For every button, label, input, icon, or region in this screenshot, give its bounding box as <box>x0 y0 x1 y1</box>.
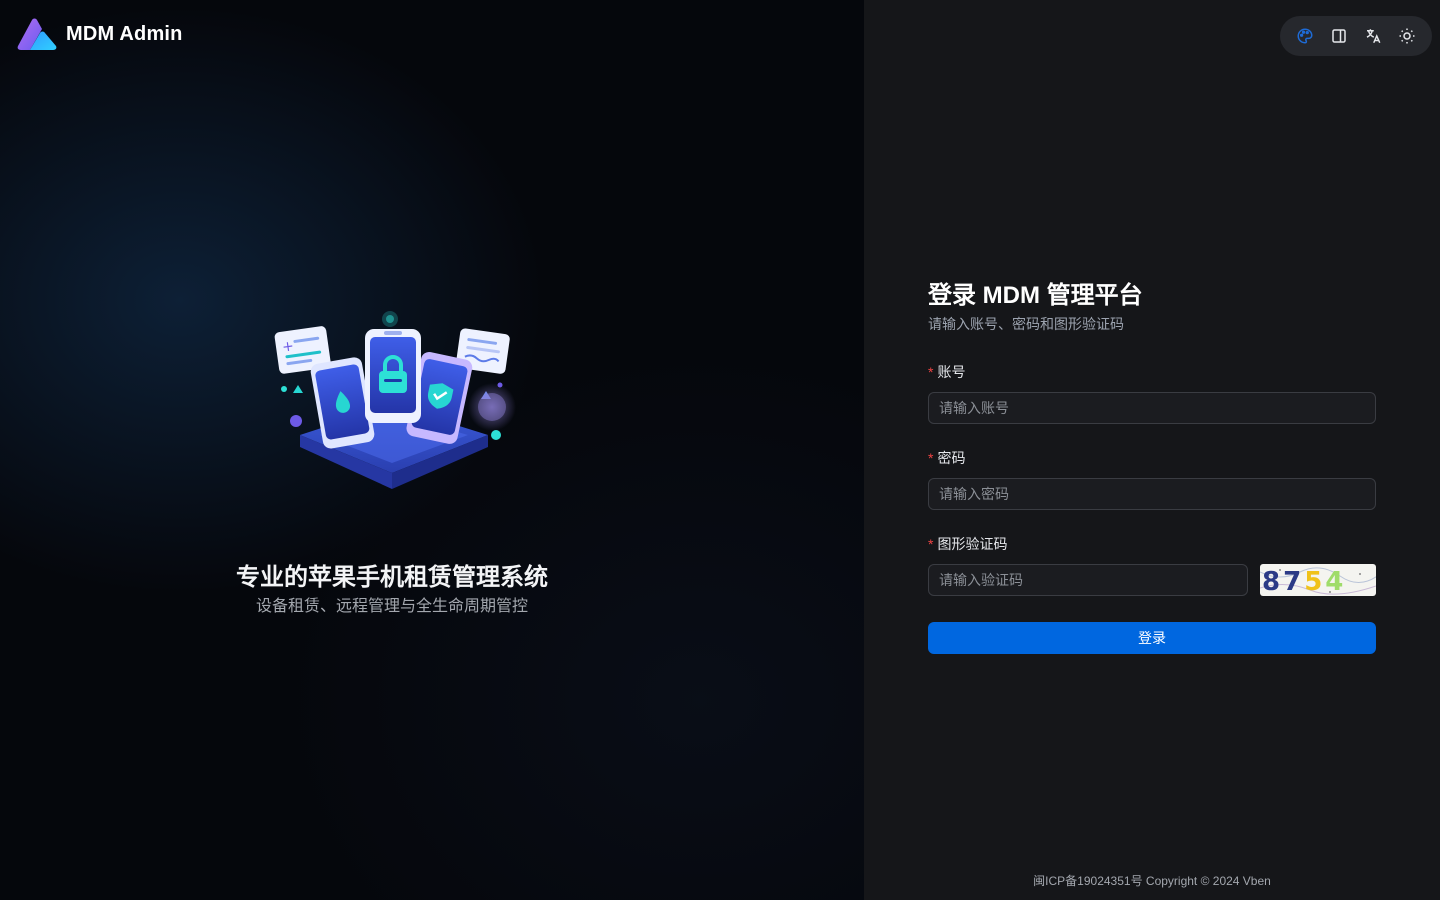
password-label: 密码 <box>937 450 966 466</box>
logo-icon <box>17 18 57 50</box>
hero-panel: MDM Admin + 专业的苹果手机租赁管理系统 设备租赁、远程管理与全生命周… <box>0 0 864 900</box>
brand[interactable]: MDM Admin <box>16 16 183 52</box>
top-toolbar <box>1280 16 1432 56</box>
captcha-label: 图形验证码 <box>937 536 1008 552</box>
captcha-image[interactable]: 8754 <box>1260 564 1376 596</box>
hero-subtitle: 设备租赁、远程管理与全生命周期管控 <box>255 598 528 615</box>
required-mark: * <box>928 536 934 552</box>
svg-text:+: + <box>281 338 295 355</box>
layout-button[interactable] <box>1327 24 1351 48</box>
palette-icon <box>1297 28 1313 44</box>
translate-icon <box>1366 29 1381 44</box>
required-mark: * <box>928 364 934 380</box>
hero-tagline: 专业的苹果手机租赁管理系统 设备租赁、远程管理与全生命周期管控 <box>0 562 784 618</box>
brand-name: MDM Admin <box>66 22 183 45</box>
svg-text:8754: 8754 <box>1262 567 1346 596</box>
login-subtitle: 请输入账号、密码和图形验证码 <box>928 316 1124 332</box>
sun-icon <box>1399 28 1415 44</box>
footer-copyright: 闽ICP备19024351号 Copyright © 2024 Vben <box>1033 874 1271 888</box>
captcha-input[interactable] <box>928 564 1248 596</box>
login-title: 登录 MDM 管理平台 <box>928 282 1143 309</box>
password-input[interactable] <box>928 478 1376 510</box>
theme-color-button[interactable] <box>1293 24 1317 48</box>
language-button[interactable] <box>1361 24 1385 48</box>
phones-illustration: + <box>274 311 516 489</box>
theme-mode-button[interactable] <box>1395 24 1419 48</box>
captcha-char: 4 <box>1325 567 1346 596</box>
login-button[interactable]: 登录 <box>928 622 1376 654</box>
account-label: 账号 <box>937 364 966 380</box>
login-panel: 登录 MDM 管理平台 请输入账号、密码和图形验证码 * 账号 * 密码 * 图… <box>864 0 1440 900</box>
account-field: * 账号 <box>928 362 1376 424</box>
captcha-char: 7 <box>1283 567 1304 596</box>
captcha-field: * 图形验证码 8754 <box>928 534 1376 596</box>
password-field: * 密码 <box>928 448 1376 510</box>
hero-title: 专业的苹果手机租赁管理系统 <box>236 564 548 591</box>
captcha-char: 8 <box>1262 567 1283 596</box>
layout-icon <box>1332 29 1346 43</box>
login-form: 登录 MDM 管理平台 请输入账号、密码和图形验证码 * 账号 * 密码 * 图… <box>928 280 1376 654</box>
required-mark: * <box>928 450 934 466</box>
captcha-char: 5 <box>1304 567 1325 596</box>
account-input[interactable] <box>928 392 1376 424</box>
